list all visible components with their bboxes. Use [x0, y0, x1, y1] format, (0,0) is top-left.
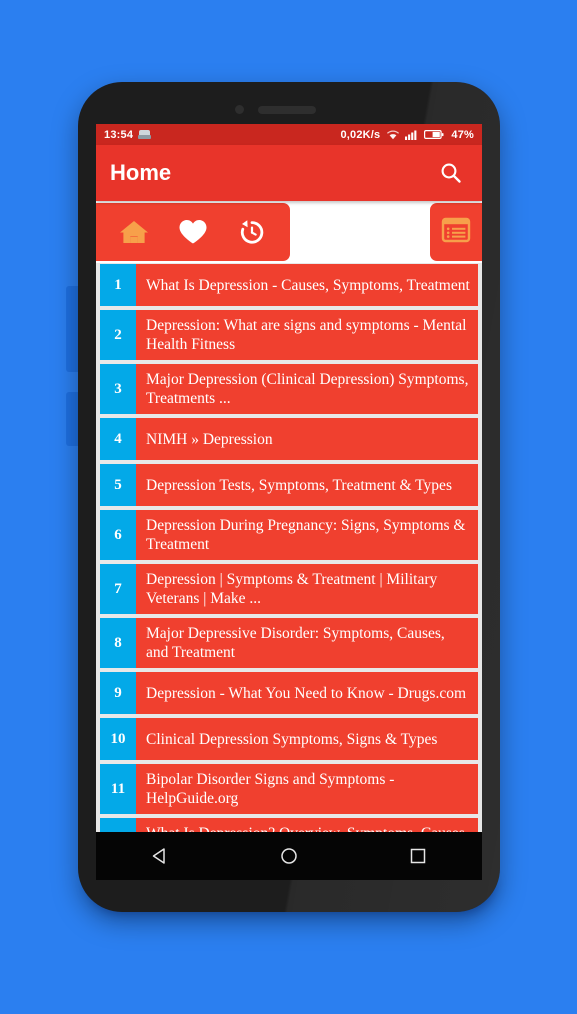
search-results-list[interactable]: 1 What Is Depression - Causes, Symptoms,…: [96, 263, 482, 832]
status-time: 13:54: [104, 128, 134, 141]
news-button[interactable]: [430, 203, 482, 261]
table-row[interactable]: 6 Depression During Pregnancy: Signs, Sy…: [100, 510, 478, 560]
row-title: Depression During Pregnancy: Signs, Symp…: [146, 517, 466, 553]
row-index: 10: [100, 718, 136, 760]
toolbar-left-group: [96, 203, 290, 261]
earpiece-speaker: [258, 106, 316, 114]
battery-percent-label: 47%: [451, 128, 474, 141]
row-title: Major Depression (Clinical Depression) S…: [146, 371, 469, 407]
table-row[interactable]: 8 Major Depressive Disorder: Symptoms, C…: [100, 618, 478, 668]
signal-bars-icon: [405, 129, 419, 140]
table-row[interactable]: 3 Major Depression (Clinical Depression)…: [100, 364, 478, 414]
table-row[interactable]: 10 Clinical Depression Symptoms, Signs &…: [100, 718, 478, 760]
row-index: 7: [100, 564, 136, 614]
heart-icon[interactable]: [173, 212, 213, 252]
icon-toolbar: [96, 201, 482, 263]
search-icon[interactable]: [434, 156, 468, 190]
row-index: 6: [100, 510, 136, 560]
page-title: Home: [110, 160, 172, 185]
row-title: Clinical Depression Symptoms, Signs & Ty…: [146, 730, 438, 748]
printer-icon: [138, 129, 152, 140]
table-row[interactable]: 2 Depression: What are signs and symptom…: [100, 310, 478, 360]
list-news-icon: [441, 217, 471, 248]
row-index: 5: [100, 464, 136, 506]
table-row[interactable]: 4 NIMH » Depression: [100, 418, 478, 460]
network-speed-label: 0,02K/s: [340, 128, 381, 141]
row-title: Depression | Symptoms & Treatment | Mili…: [146, 571, 438, 607]
row-index: 12: [100, 818, 136, 832]
row-title: NIMH » Depression: [146, 430, 273, 448]
table-row[interactable]: 1 What Is Depression - Causes, Symptoms,…: [100, 264, 478, 306]
row-index: 8: [100, 618, 136, 668]
row-index: 1: [100, 264, 136, 306]
row-title: Depression Tests, Symptoms, Treatment & …: [146, 476, 452, 494]
android-navigation-bar: [96, 832, 482, 880]
row-title: Depression: What are signs and symptoms …: [146, 317, 467, 353]
row-title: What Is Depression? Overview, Symptoms, …: [136, 818, 478, 832]
row-title: Major Depressive Disorder: Symptoms, Cau…: [146, 625, 445, 661]
row-index: 3: [100, 364, 136, 414]
row-index: 11: [100, 764, 136, 814]
row-title: Bipolar Disorder Signs and Symptoms - He…: [146, 771, 395, 807]
table-row[interactable]: 5 Depression Tests, Symptoms, Treatment …: [100, 464, 478, 506]
row-index: 4: [100, 418, 136, 460]
back-triangle-icon[interactable]: [133, 836, 187, 876]
battery-icon: [424, 129, 444, 140]
history-icon[interactable]: [232, 212, 272, 252]
recents-square-icon[interactable]: [391, 836, 445, 876]
table-row[interactable]: 11 Bipolar Disorder Signs and Symptoms -…: [100, 764, 478, 814]
app-bar: Home: [96, 145, 482, 201]
status-bar: 13:54 0,02K/s 47%: [96, 124, 482, 145]
front-camera-icon: [235, 105, 244, 114]
wifi-icon: [386, 129, 400, 140]
row-index: 2: [100, 310, 136, 360]
table-row[interactable]: 9 Depression - What You Need to Know - D…: [100, 672, 478, 714]
row-index: 9: [100, 672, 136, 714]
home-icon[interactable]: [114, 212, 154, 252]
table-row[interactable]: 7 Depression | Symptoms & Treatment | Mi…: [100, 564, 478, 614]
table-row[interactable]: 12 What Is Depression? Overview, Symptom…: [100, 818, 478, 832]
phone-screen: 13:54 0,02K/s 47% Home 1 What Is Depress…: [96, 124, 482, 832]
row-title: What Is Depression - Causes, Symptoms, T…: [146, 276, 470, 294]
home-circle-icon[interactable]: [262, 836, 316, 876]
row-title: Depression - What You Need to Know - Dru…: [146, 684, 467, 702]
